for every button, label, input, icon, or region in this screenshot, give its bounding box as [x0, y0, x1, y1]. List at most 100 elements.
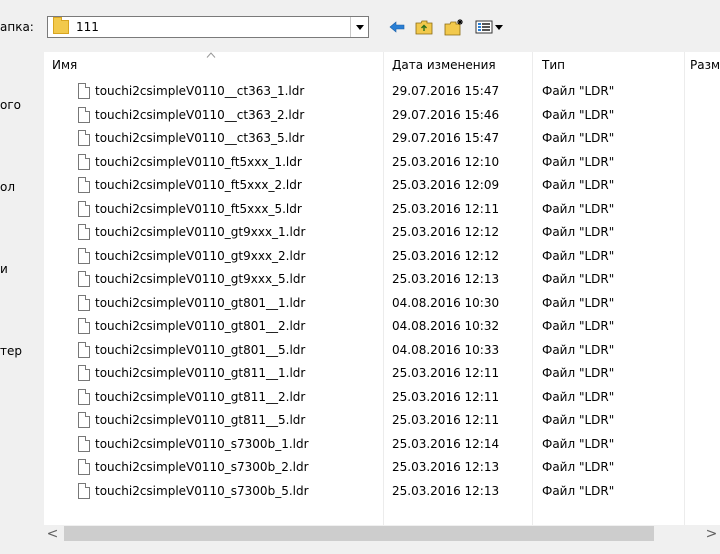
file-icon [78, 341, 90, 358]
view-menu-icon [475, 20, 503, 34]
file-type: Файл "LDR" [542, 460, 615, 474]
file-date: 29.07.2016 15:47 [392, 84, 500, 98]
sidebar-item[interactable]: тер [0, 344, 22, 358]
file-type: Файл "LDR" [542, 84, 615, 98]
file-icon [78, 177, 90, 193]
horizontal-scrollbar[interactable]: < > [44, 525, 720, 542]
file-icon [78, 200, 90, 217]
file-date: 25.03.2016 12:11 [392, 201, 500, 216]
column-header-name[interactable]: Имя [52, 58, 77, 72]
file-type: Файл "LDR" [542, 483, 615, 498]
sidebar-item[interactable]: ого [0, 98, 21, 112]
sidebar-item[interactable]: и [0, 262, 8, 276]
file-rows: touchi2csimpleV0110__ct363_1.ldr 29.07.20… [44, 81, 720, 504]
file-list[interactable]: Имя Дата изменения Тип Разм touchi2csimp… [44, 52, 720, 525]
file-icon [78, 224, 90, 240]
file-date: 04.08.2016 10:33 [392, 342, 500, 357]
column-header-date[interactable]: Дата изменения [392, 58, 496, 72]
table-row[interactable]: touchi2csimpleV0110__ct363_5.ldr 29.07.20… [44, 128, 720, 152]
file-date: 25.03.2016 12:11 [392, 389, 500, 404]
table-row[interactable]: touchi2csimpleV0110_gt801__2.ldr 04.08.20… [44, 316, 720, 340]
file-name: touchi2csimpleV0110_ft5xxx_2.ldr [95, 178, 302, 192]
new-folder-icon [444, 19, 463, 36]
table-row[interactable]: touchi2csimpleV0110_ft5xxx_5.ldr 25.03.20… [44, 199, 720, 223]
file-icon [78, 412, 90, 428]
table-row[interactable]: touchi2csimpleV0110_gt801__5.ldr 04.08.20… [44, 340, 720, 364]
file-type: Файл "LDR" [542, 225, 615, 239]
file-date: 29.07.2016 15:46 [392, 107, 500, 122]
folder-combobox[interactable]: 111 [47, 16, 369, 38]
back-arrow-icon [389, 21, 405, 33]
file-date: 25.03.2016 12:12 [392, 225, 500, 239]
file-icon [78, 130, 90, 146]
scroll-thumb[interactable] [64, 526, 654, 541]
new-folder-button[interactable] [443, 17, 465, 37]
file-date: 04.08.2016 10:32 [392, 319, 500, 333]
file-name: touchi2csimpleV0110_gt811__5.ldr [95, 413, 306, 427]
file-name: touchi2csimpleV0110_s7300b_2.ldr [95, 460, 309, 474]
file-type: Файл "LDR" [542, 154, 615, 169]
table-row[interactable]: touchi2csimpleV0110__ct363_1.ldr 29.07.20… [44, 81, 720, 105]
table-row[interactable]: touchi2csimpleV0110_gt811__1.ldr 25.03.20… [44, 363, 720, 387]
file-icon [78, 294, 90, 311]
file-icon [78, 482, 90, 499]
file-name: touchi2csimpleV0110_ft5xxx_5.ldr [95, 201, 302, 216]
sidebar-item[interactable]: ол [0, 180, 15, 194]
scroll-left-arrow[interactable]: < [44, 525, 61, 542]
file-date: 25.03.2016 12:13 [392, 460, 500, 474]
view-menu-button[interactable] [473, 17, 507, 37]
folder-up-icon [415, 20, 433, 35]
file-type: Файл "LDR" [542, 436, 615, 451]
file-type: Файл "LDR" [542, 248, 615, 263]
table-row[interactable]: touchi2csimpleV0110_gt801__1.ldr 04.08.20… [44, 293, 720, 317]
file-name: touchi2csimpleV0110__ct363_2.ldr [95, 107, 305, 122]
current-folder-name: 111 [76, 20, 99, 34]
up-folder-button[interactable] [413, 17, 435, 37]
table-row[interactable]: touchi2csimpleV0110_ft5xxx_2.ldr 25.03.20… [44, 175, 720, 199]
file-name: touchi2csimpleV0110_gt801__1.ldr [95, 295, 306, 310]
file-date: 25.03.2016 12:12 [392, 248, 500, 263]
file-name: touchi2csimpleV0110__ct363_1.ldr [95, 84, 305, 98]
places-sidebar: ого ол и тер [0, 52, 44, 554]
file-date: 25.03.2016 12:11 [392, 413, 500, 427]
file-type: Файл "LDR" [542, 272, 615, 286]
table-row[interactable]: touchi2csimpleV0110_ft5xxx_1.ldr 25.03.20… [44, 152, 720, 176]
file-icon [78, 435, 90, 452]
table-row[interactable]: touchi2csimpleV0110_gt811__5.ldr 25.03.20… [44, 410, 720, 434]
file-type: Файл "LDR" [542, 366, 615, 380]
file-name: touchi2csimpleV0110_gt801__5.ldr [95, 342, 306, 357]
file-date: 25.03.2016 12:14 [392, 436, 500, 451]
bottom-strip [0, 542, 720, 554]
back-button[interactable] [386, 17, 408, 37]
file-icon [78, 271, 90, 287]
file-type: Файл "LDR" [542, 342, 615, 357]
file-date: 25.03.2016 12:11 [392, 366, 500, 380]
file-type: Файл "LDR" [542, 107, 615, 122]
table-row[interactable]: touchi2csimpleV0110__ct363_2.ldr 29.07.20… [44, 105, 720, 129]
table-row[interactable]: touchi2csimpleV0110_gt811__2.ldr 25.03.20… [44, 387, 720, 411]
table-row[interactable]: touchi2csimpleV0110_gt9xxx_1.ldr 25.03.20… [44, 222, 720, 246]
table-row[interactable]: touchi2csimpleV0110_s7300b_5.ldr 25.03.20… [44, 481, 720, 505]
sort-ascending-icon [206, 52, 216, 58]
column-header-type[interactable]: Тип [542, 58, 565, 72]
file-type: Файл "LDR" [542, 389, 615, 404]
file-icon [78, 388, 90, 405]
file-icon [78, 318, 90, 334]
combo-dropdown-button[interactable] [350, 17, 368, 37]
file-date: 29.07.2016 15:47 [392, 131, 500, 145]
file-type: Файл "LDR" [542, 131, 615, 145]
scroll-right-arrow[interactable]: > [703, 525, 720, 542]
table-row[interactable]: touchi2csimpleV0110_s7300b_1.ldr 25.03.20… [44, 434, 720, 458]
file-date: 25.03.2016 12:09 [392, 178, 500, 192]
file-icon [78, 83, 90, 99]
table-row[interactable]: touchi2csimpleV0110_gt9xxx_2.ldr 25.03.20… [44, 246, 720, 270]
chevron-down-icon [355, 24, 364, 30]
file-icon [78, 153, 90, 170]
table-row[interactable]: touchi2csimpleV0110_gt9xxx_5.ldr 25.03.20… [44, 269, 720, 293]
table-row[interactable]: touchi2csimpleV0110_s7300b_2.ldr 25.03.20… [44, 457, 720, 481]
file-icon [78, 106, 90, 123]
file-type: Файл "LDR" [542, 201, 615, 216]
toolbar: апка: 111 [0, 0, 720, 52]
column-header-size[interactable]: Разм [690, 58, 720, 72]
column-header-row: Имя Дата изменения Тип Разм [44, 52, 720, 74]
